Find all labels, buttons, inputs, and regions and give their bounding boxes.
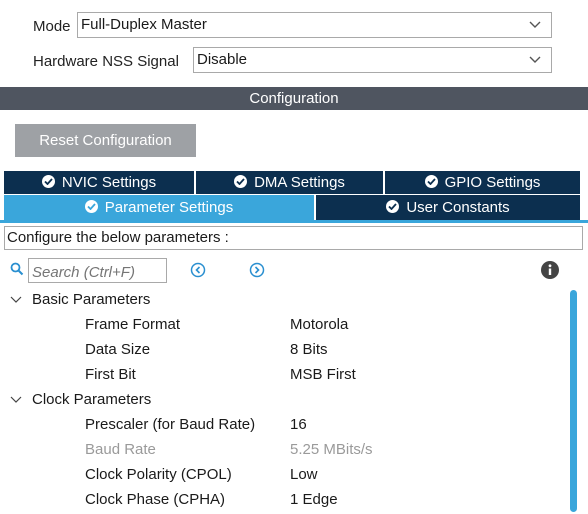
param-name: Clock Polarity (CPOL) xyxy=(85,466,232,483)
param-row[interactable]: Clock Polarity (CPOL) Low xyxy=(0,464,560,489)
group-basic-parameters[interactable]: Basic Parameters xyxy=(0,289,560,314)
tab-label: User Constants xyxy=(406,199,510,216)
tab-dma-settings[interactable]: DMA Settings xyxy=(196,171,383,194)
nss-label: Hardware NSS Signal xyxy=(33,53,179,70)
search-icon xyxy=(10,262,24,276)
param-row[interactable]: First Bit MSB First xyxy=(0,364,560,389)
tab-gpio-settings[interactable]: GPIO Settings xyxy=(385,171,580,194)
param-row[interactable]: Data Size 8 Bits xyxy=(0,339,560,364)
check-circle-icon xyxy=(424,175,438,188)
param-name: Data Size xyxy=(85,341,151,358)
tab-label: Parameter Settings xyxy=(104,199,234,216)
tab-label: GPIO Settings xyxy=(444,174,541,191)
tab-label: NVIC Settings xyxy=(61,174,157,191)
chevron-down-icon xyxy=(10,396,22,403)
info-icon[interactable] xyxy=(540,260,560,280)
group-label: Clock Parameters xyxy=(32,391,152,408)
mode-select[interactable]: Full-Duplex Master xyxy=(77,12,552,38)
next-icon[interactable] xyxy=(249,262,265,278)
parameters-description: Configure the below parameters : xyxy=(4,226,583,250)
tab-underline xyxy=(0,220,588,223)
tab-user-constants[interactable]: User Constants xyxy=(316,195,580,220)
check-circle-icon xyxy=(41,175,55,188)
param-value: MSB First xyxy=(290,366,356,383)
check-circle-icon xyxy=(84,200,98,213)
chevron-down-icon xyxy=(529,21,541,28)
mode-value: Full-Duplex Master xyxy=(81,16,207,33)
nss-select[interactable]: Disable xyxy=(193,47,552,73)
tab-nvic-settings[interactable]: NVIC Settings xyxy=(4,171,194,194)
tab-parameter-settings[interactable]: Parameter Settings xyxy=(4,195,314,220)
param-name: Baud Rate xyxy=(85,441,156,458)
param-name: First Bit xyxy=(85,366,136,383)
nss-value: Disable xyxy=(197,51,248,68)
chevron-down-icon xyxy=(529,56,541,63)
chevron-down-icon xyxy=(10,296,22,303)
group-label: Basic Parameters xyxy=(32,291,151,308)
configuration-header: Configuration xyxy=(0,87,588,110)
param-name: Clock Phase (CPHA) xyxy=(85,491,226,508)
param-row: Baud Rate 5.25 MBits/s xyxy=(0,439,560,464)
param-value: 1 Edge xyxy=(290,491,338,508)
param-value: 5.25 MBits/s xyxy=(290,441,373,458)
param-value: Low xyxy=(290,466,318,483)
previous-icon[interactable] xyxy=(190,262,206,278)
mode-label: Mode xyxy=(33,18,71,35)
nss-row: Hardware NSS Signal Disable xyxy=(0,47,588,77)
tab-label: DMA Settings xyxy=(254,174,345,191)
param-row[interactable]: Prescaler (for Baud Rate) 16 xyxy=(0,414,560,439)
param-value: 8 Bits xyxy=(290,341,328,358)
param-row[interactable]: Frame Format Motorola xyxy=(0,314,560,339)
vertical-scrollbar[interactable] xyxy=(570,290,577,512)
check-circle-icon xyxy=(386,200,400,213)
param-value: Motorola xyxy=(290,316,349,333)
reset-configuration-button[interactable]: Reset Configuration xyxy=(15,124,196,157)
search-input[interactable] xyxy=(28,258,167,283)
param-name: Prescaler (for Baud Rate) xyxy=(85,416,256,433)
param-value: 16 xyxy=(290,416,307,433)
param-name: Frame Format xyxy=(85,316,181,333)
check-circle-icon xyxy=(234,175,248,188)
group-clock-parameters[interactable]: Clock Parameters xyxy=(0,389,560,414)
mode-row: Mode Full-Duplex Master xyxy=(0,12,588,42)
param-row[interactable]: Clock Phase (CPHA) 1 Edge xyxy=(0,489,560,514)
